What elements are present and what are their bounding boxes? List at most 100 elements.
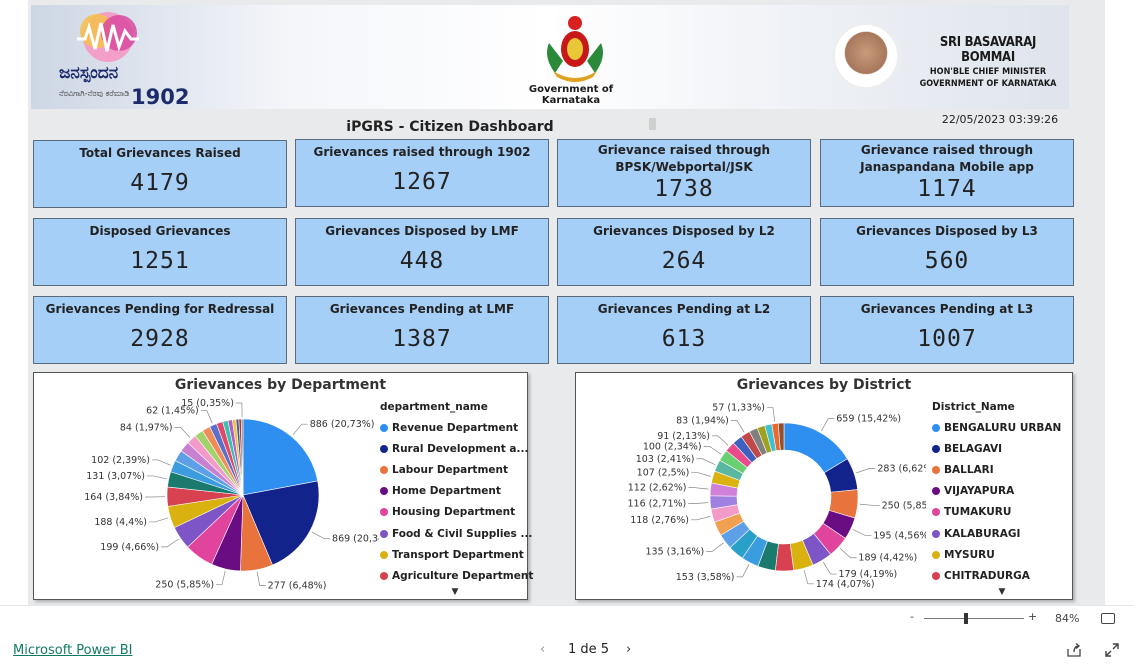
district-chart-panel[interactable]: Grievances by District 659 (15,42%) 283 (…: [575, 372, 1073, 600]
district-donut-chart[interactable]: 659 (15,42%) 283 (6,62%) 250 (5,85%) 195 (4…: [576, 391, 926, 601]
kpi-card-raised-mobile[interactable]: Grievance raised through Janaspandana Mo…: [820, 139, 1074, 207]
zoom-out-button[interactable]: -: [910, 610, 914, 623]
legend-item[interactable]: Home Department: [380, 481, 533, 502]
leader-line: [852, 529, 872, 536]
legend-label: Home Department: [392, 485, 501, 498]
kpi-card-disposed-l3[interactable]: Grievances Disposed by L3 560: [820, 218, 1074, 286]
kpi-label: Grievances Disposed by L2: [593, 224, 775, 238]
kpi-card-pending-l2[interactable]: Grievances Pending at L2 613: [557, 296, 811, 364]
government-label: Government of Karnataka: [528, 84, 614, 106]
kpi-value: 2928: [130, 326, 190, 352]
fit-to-page-icon[interactable]: [1101, 613, 1115, 624]
legend-item[interactable]: BENGALURU URBAN: [932, 417, 1072, 438]
kpi-card-raised-1902[interactable]: Grievances raised through 1902 1267: [295, 139, 549, 207]
data-label: 131 (3,07%): [86, 471, 145, 482]
data-label: 100 (2,34%): [643, 441, 702, 452]
leader-line: [696, 458, 716, 466]
legend-label: Housing Department: [392, 506, 516, 519]
legend-item[interactable]: Food & Civil Supplies ...: [380, 523, 533, 544]
kpi-label: Grievances Disposed by LMF: [325, 224, 519, 238]
legend-dot: [380, 550, 388, 559]
leader-line: [688, 487, 709, 490]
data-label: 116 (2,71%): [627, 499, 686, 510]
powerbi-link[interactable]: Microsoft Power BI: [13, 643, 132, 658]
data-label: 112 (2,62%): [628, 483, 687, 494]
logo-kannada-text: ಜನಸ್ಪಂದನ: [59, 63, 119, 83]
legend-item[interactable]: Housing Department: [380, 502, 533, 523]
share-icon[interactable]: [1066, 642, 1082, 658]
leader-line: [256, 571, 266, 586]
leader-line: [161, 538, 179, 548]
legend-item[interactable]: BALLARI: [932, 459, 1072, 480]
kpi-card-raised-bpsk[interactable]: Grievance raised through BPSK/Webportal/…: [557, 139, 811, 207]
legend-item[interactable]: Labour Department: [380, 459, 533, 480]
kpi-value: 1738: [654, 176, 714, 202]
legend-item[interactable]: BELAGAVI: [932, 438, 1072, 459]
zoom-in-button[interactable]: +: [1028, 610, 1037, 623]
leader-line: [200, 410, 213, 424]
kpi-value: 560: [924, 248, 970, 274]
leader-line: [235, 402, 243, 418]
legend-item[interactable]: VIJAYAPURA: [932, 481, 1072, 502]
data-label: 659 (15,42%): [836, 414, 901, 425]
data-label: 250 (5,85%): [882, 500, 926, 511]
leader-line: [703, 446, 722, 455]
data-label: 869 (20,34%): [332, 534, 379, 545]
legend-more-icon[interactable]: ▼: [380, 587, 530, 597]
legend-item[interactable]: CHITRADURGA: [932, 565, 1072, 586]
department-pie-chart[interactable]: 886 (20,73%) 869 (20,34%) 277 (6,48%) 250 (…: [34, 391, 379, 601]
legend-item[interactable]: MYSURU: [932, 544, 1072, 565]
legend-label: KALABURAGI: [944, 527, 1021, 540]
kpi-value: 4179: [130, 170, 190, 196]
data-label: 195 (4,56%): [873, 530, 926, 541]
data-label: 189 (4,42%): [858, 553, 917, 564]
page-navigator: ‹ 1 de 5 ›: [540, 642, 640, 660]
kpi-card-pending-lmf[interactable]: Grievances Pending at LMF 1387: [295, 296, 549, 364]
scroll-marker[interactable]: [649, 118, 656, 130]
leader-line: [730, 419, 745, 433]
cm-name: SRI BASAVARAJ BOMMAI: [939, 35, 1037, 65]
data-label: 83 (1,94%): [676, 415, 729, 426]
kpi-card-pending[interactable]: Grievances Pending for Redressal 2928: [33, 296, 287, 364]
leader-line: [821, 418, 835, 431]
zoom-slider-thumb[interactable]: [964, 613, 968, 624]
legend-item[interactable]: Agriculture Department: [380, 565, 533, 586]
leader-line: [688, 502, 709, 504]
logo-tagline: ನೆರವಿಗಾಗಿ-ನೆರವು ಕರೆಮಾಡಿ: [59, 89, 130, 98]
district-legend: District_Name BENGALURU URBAN BELAGAVI BAL…: [932, 401, 1072, 597]
legend-item[interactable]: Revenue Department: [380, 417, 533, 438]
kpi-card-total-raised[interactable]: Total Grievances Raised 4179: [33, 140, 287, 208]
department-chart-panel[interactable]: Grievances by Department 886 (20,73%) 869…: [33, 372, 533, 601]
legend-list: BENGALURU URBAN BELAGAVI BALLARI VIJAYAPURA…: [932, 417, 1072, 587]
data-label: 886 (20,73%): [310, 419, 375, 430]
legend-label: CHITRADURGA: [944, 569, 1030, 582]
legend-item[interactable]: TUMAKURU: [932, 502, 1072, 523]
legend-item[interactable]: Rural Development a...: [380, 438, 533, 459]
legend-label: Rural Development a...: [392, 442, 529, 455]
legend-label: VIJAYAPURA: [944, 485, 1015, 498]
data-label: 250 (5,85%): [155, 580, 214, 591]
fullscreen-icon[interactable]: [1104, 642, 1120, 658]
kpi-value: 613: [661, 326, 707, 352]
kpi-card-disposed-lmf[interactable]: Grievances Disposed by LMF 448: [295, 218, 549, 286]
legend-title: District_Name: [932, 401, 1015, 413]
prev-page-button[interactable]: ‹: [540, 642, 545, 657]
zoom-slider-track[interactable]: [924, 618, 1024, 619]
legend-dot: [380, 487, 388, 496]
kpi-card-pending-l3[interactable]: Grievances Pending at L3 1007: [820, 296, 1074, 364]
legend-more-icon[interactable]: ▼: [932, 587, 1072, 597]
data-label: 15 (0,35%): [181, 398, 234, 409]
leader-line: [736, 564, 750, 578]
kpi-value: 1174: [917, 176, 977, 202]
kpi-card-disposed[interactable]: Disposed Grievances 1251: [33, 218, 287, 286]
zoom-control[interactable]: - + 84%: [910, 610, 1120, 628]
legend-label: TUMAKURU: [944, 506, 1012, 519]
kpi-label: Grievances Pending for Redressal: [45, 302, 275, 316]
legend-item[interactable]: Transport Department: [380, 544, 533, 565]
kpi-value: 264: [661, 248, 707, 274]
kpi-card-disposed-l2[interactable]: Grievances Disposed by L2 264: [557, 218, 811, 286]
legend-item[interactable]: KALABURAGI: [932, 523, 1072, 544]
next-page-button[interactable]: ›: [626, 642, 631, 657]
legend-label: MYSURU: [944, 548, 995, 561]
legend-title: department_name: [380, 401, 488, 413]
